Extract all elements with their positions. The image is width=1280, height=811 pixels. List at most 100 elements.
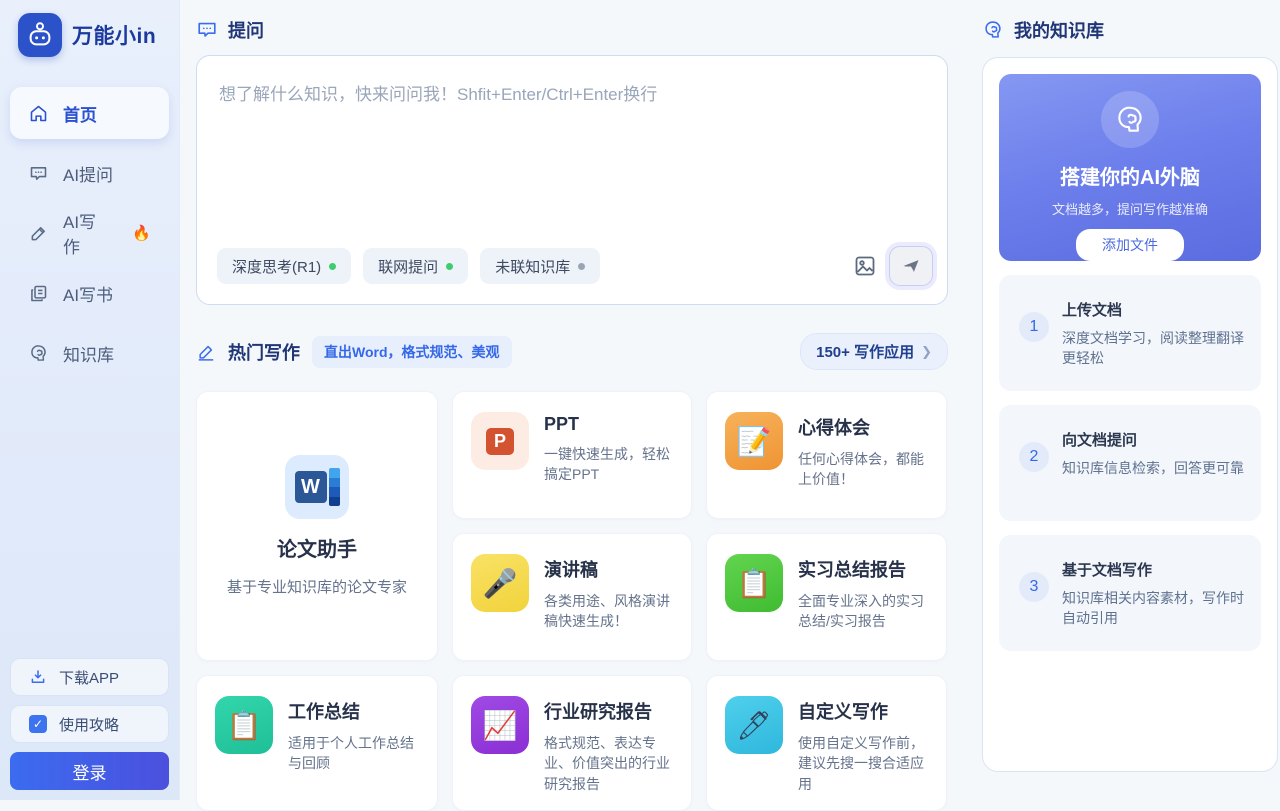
microphone-icon: 🎤 bbox=[471, 554, 529, 612]
main-content: 提问 深度思考(R1) 联网提问 未联知识库 bbox=[196, 0, 948, 811]
app-logo: 万能小in bbox=[0, 0, 179, 57]
card-reflections[interactable]: 📝 心得体会 任何心得体会，都能上价值！ bbox=[706, 391, 947, 519]
robot-logo-icon bbox=[18, 13, 62, 57]
more-writing-apps-button[interactable]: 150+ 写作应用 ❯ bbox=[800, 333, 948, 370]
card-ppt[interactable]: P PPT 一键快速生成，轻松搞定PPT bbox=[452, 391, 692, 519]
image-icon bbox=[853, 254, 877, 278]
card-title: 实习总结报告 bbox=[798, 556, 928, 582]
clipboard-check-icon: 📋 bbox=[725, 554, 783, 612]
card-desc: 全面专业深入的实习总结/实习报告 bbox=[798, 591, 928, 632]
question-toolbar: 深度思考(R1) 联网提问 未联知识库 bbox=[217, 246, 933, 286]
brain-head-icon bbox=[982, 19, 1004, 41]
deep-think-toggle[interactable]: 深度思考(R1) bbox=[217, 248, 351, 284]
pencil-icon bbox=[28, 223, 49, 244]
sidebar-item-label: AI提问 bbox=[63, 161, 113, 186]
step-desc: 知识库信息检索，回答更可靠 bbox=[1062, 458, 1244, 478]
more-writing-apps-label: 150+ 写作应用 bbox=[816, 341, 914, 362]
download-app-label: 下载APP bbox=[59, 667, 119, 688]
hot-writing-header: 热门写作 直出Word，格式规范、美观 150+ 写作应用 ❯ bbox=[196, 333, 948, 370]
report-chart-icon: 📈 bbox=[471, 696, 529, 754]
sidebar-item-label: 首页 bbox=[63, 101, 97, 126]
question-card: 深度思考(R1) 联网提问 未联知识库 bbox=[196, 55, 948, 305]
card-work-summary[interactable]: 📋 工作总结 适用于个人工作总结与回顾 bbox=[196, 675, 438, 811]
step-number: 2 bbox=[1019, 442, 1049, 472]
clipboard-pencil-icon: 📋 bbox=[215, 696, 273, 754]
word-quality-badge: 直出Word，格式规范、美观 bbox=[312, 336, 512, 368]
send-icon bbox=[901, 256, 921, 276]
ask-section-title: 提问 bbox=[228, 17, 264, 43]
sidebar-bottom: 下载APP ✓ 使用攻略 登录 bbox=[10, 658, 169, 790]
card-custom-writing[interactable]: 🖊 自定义写作 使用自定义写作前，建议先搜一搜合适应用 bbox=[706, 675, 947, 811]
ask-section-header: 提问 bbox=[196, 18, 948, 42]
sidebar-item-ai-ask[interactable]: AI提问 bbox=[10, 147, 169, 199]
knowledge-header: 我的知识库 bbox=[982, 18, 1278, 42]
kb-link-label: 未联知识库 bbox=[495, 256, 570, 277]
chat-icon bbox=[28, 163, 49, 184]
card-title: 自定义写作 bbox=[798, 698, 928, 724]
card-desc: 使用自定义写作前，建议先搜一搜合适应用 bbox=[798, 733, 928, 794]
knowledge-title: 我的知识库 bbox=[1014, 17, 1104, 43]
hero-title: 搭建你的AI外脑 bbox=[1060, 161, 1200, 190]
ai-brain-hero: 搭建你的AI外脑 文档越多，提问写作越准确 添加文件 bbox=[999, 74, 1261, 261]
kb-step-ask: 2 向文档提问 知识库信息检索，回答更可靠 bbox=[999, 405, 1261, 521]
card-title: PPT bbox=[544, 414, 673, 435]
user-guide-button[interactable]: ✓ 使用攻略 bbox=[10, 705, 169, 743]
kb-step-upload: 1 上传文档 深度文档学习，阅读整理翻译更轻松 bbox=[999, 275, 1261, 391]
app-name: 万能小in bbox=[72, 20, 156, 50]
step-number: 1 bbox=[1019, 312, 1049, 342]
step-desc: 深度文档学习，阅读整理翻译更轻松 bbox=[1062, 328, 1245, 369]
add-file-button[interactable]: 添加文件 bbox=[1076, 229, 1184, 261]
ask-chat-icon bbox=[196, 19, 218, 41]
pen-icon: 🖊 bbox=[725, 696, 783, 754]
sidebar-item-knowledge-base[interactable]: 知识库 bbox=[10, 327, 169, 379]
hot-writing-title: 热门写作 bbox=[228, 339, 300, 365]
card-title: 行业研究报告 bbox=[544, 698, 673, 724]
card-desc: 基于专业知识库的论文专家 bbox=[227, 576, 407, 597]
word-doc-icon: W bbox=[285, 455, 349, 519]
brain-head-icon bbox=[1101, 91, 1159, 148]
notes-feather-icon: 📝 bbox=[725, 412, 783, 470]
sidebar-nav: 首页 AI提问 AI写作 🔥 AI写书 知识库 bbox=[0, 87, 179, 379]
question-input[interactable] bbox=[197, 56, 947, 216]
toggle-off-dot bbox=[578, 263, 585, 270]
sidebar-item-home[interactable]: 首页 bbox=[10, 87, 169, 139]
kb-step-write: 3 基于文档写作 知识库相关内容素材，写作时自动引用 bbox=[999, 535, 1261, 651]
card-title: 演讲稿 bbox=[544, 556, 673, 582]
sidebar: 万能小in 首页 AI提问 AI写作 🔥 AI写书 知识库 下载APP bbox=[0, 0, 180, 800]
knowledge-panel: 我的知识库 搭建你的AI外脑 文档越多，提问写作越准确 添加文件 1 上传文档 … bbox=[982, 0, 1278, 772]
card-desc: 各类用途、风格演讲稿快速生成！ bbox=[544, 591, 673, 632]
sidebar-item-ai-book[interactable]: AI写书 bbox=[10, 267, 169, 319]
step-title: 向文档提问 bbox=[1062, 429, 1244, 450]
kb-link-toggle[interactable]: 未联知识库 bbox=[480, 248, 600, 284]
send-button[interactable] bbox=[889, 246, 933, 286]
knowledge-card: 搭建你的AI外脑 文档越多，提问写作越准确 添加文件 1 上传文档 深度文档学习… bbox=[982, 57, 1278, 772]
card-desc: 任何心得体会，都能上价值！ bbox=[798, 449, 928, 490]
user-guide-label: 使用攻略 bbox=[59, 714, 119, 735]
chevron-right-icon: ❯ bbox=[921, 344, 932, 360]
check-doc-icon: ✓ bbox=[29, 715, 47, 733]
card-internship-report[interactable]: 📋 实习总结报告 全面专业深入的实习总结/实习报告 bbox=[706, 533, 947, 661]
brain-head-icon bbox=[28, 343, 49, 364]
card-paper-assistant[interactable]: W 论文助手 基于专业知识库的论文专家 bbox=[196, 391, 438, 661]
web-search-toggle[interactable]: 联网提问 bbox=[363, 248, 468, 284]
toggle-on-dot bbox=[329, 263, 336, 270]
fire-icon: 🔥 bbox=[132, 224, 151, 242]
step-title: 上传文档 bbox=[1062, 299, 1245, 320]
download-icon bbox=[29, 668, 47, 686]
card-industry-research[interactable]: 📈 行业研究报告 格式规范、表达专业、价值突出的行业研究报告 bbox=[452, 675, 692, 811]
sidebar-item-ai-writing[interactable]: AI写作 🔥 bbox=[10, 207, 169, 259]
card-title: 论文助手 bbox=[277, 533, 357, 562]
card-speech[interactable]: 🎤 演讲稿 各类用途、风格演讲稿快速生成！ bbox=[452, 533, 692, 661]
step-number: 3 bbox=[1019, 572, 1049, 602]
card-desc: 格式规范、表达专业、价值突出的行业研究报告 bbox=[544, 733, 673, 794]
deep-think-label: 深度思考(R1) bbox=[232, 256, 321, 277]
hero-subtitle: 文档越多，提问写作越准确 bbox=[1052, 199, 1208, 218]
login-button[interactable]: 登录 bbox=[10, 752, 169, 790]
card-desc: 适用于个人工作总结与回顾 bbox=[288, 733, 419, 774]
upload-image-button[interactable] bbox=[853, 254, 877, 278]
card-desc: 一键快速生成，轻松搞定PPT bbox=[544, 444, 673, 485]
sidebar-item-label: AI写书 bbox=[63, 281, 113, 306]
download-app-button[interactable]: 下载APP bbox=[10, 658, 169, 696]
sidebar-item-label: 知识库 bbox=[63, 341, 114, 366]
ppt-icon: P bbox=[471, 412, 529, 470]
